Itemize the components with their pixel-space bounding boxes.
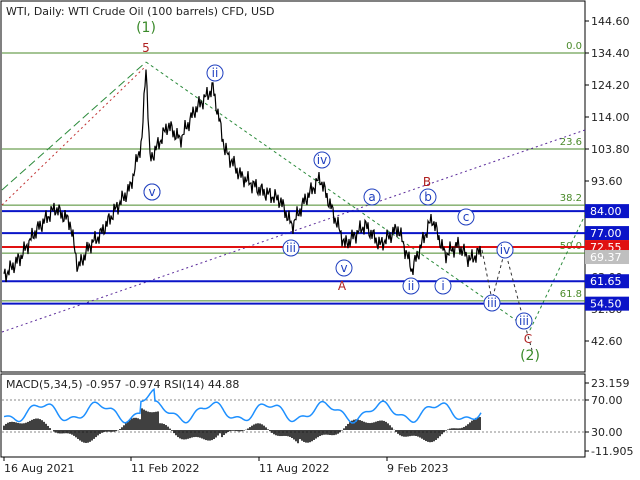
price-tick-label: 103.80 [591,143,630,156]
wave-label: v [340,261,347,275]
time-tick-label: 9 Feb 2023 [387,462,448,475]
indicator-tick-label: 70.00 [591,394,623,407]
wave-label: i [441,279,444,293]
price-tick-label: 124.20 [591,79,630,92]
indicator-tick-label: -11.905 [591,445,633,458]
wave-label: b [424,190,432,204]
wave-label: iv [500,243,510,257]
wave-label-red: C [524,332,532,346]
wave-label-red: 5 [142,41,150,55]
wave-label-green: (2) [520,348,540,364]
wave-label: c [463,210,470,224]
time-tick-label: 11 Aug 2022 [259,462,329,475]
wave-label: iii [286,241,296,255]
indicator-tick-label: 30.00 [591,426,623,439]
wave-label-red: A [338,279,347,293]
fib-level-label: 23.6 [560,137,582,148]
wave-label: ii [408,279,415,293]
price-tag-label: 77.00 [590,227,622,240]
price-tag-label: 69.37 [590,251,622,264]
price-tick-label: 93.60 [591,175,623,188]
trading-chart[interactable]: 0.023.638.250.061.8 iiiiiiivvabciiiiiiiv… [0,0,640,480]
main-plot-area[interactable] [0,0,586,373]
wave-label: iii [519,314,529,328]
fib-level-label: 61.8 [560,289,582,300]
price-tick-label: 134.40 [591,47,630,60]
wave-label: iv [317,153,327,167]
wave-label: ii [212,66,219,80]
time-tick-label: 16 Aug 2021 [4,462,74,475]
time-axis: 16 Aug 2021 11 Feb 2022 11 Aug 2022 9 Feb 2… [3,457,448,475]
indicator-title: MACD(5,34,5) -0.957 -0.974 RSI(14) 44.88 [6,378,239,391]
wave-label-red: B [423,175,431,189]
wave-label: a [368,190,375,204]
time-tick-label: 11 Feb 2022 [131,462,199,475]
wave-label: iii [487,296,497,310]
indicator-tick-label: 23.159 [591,377,630,390]
price-tags: 84.0077.0072.5569.3761.6554.50 [585,204,629,311]
price-tick-label: 114.00 [591,111,630,124]
fib-level-label: 0.0 [566,41,582,52]
price-tick-label: 144.60 [591,15,630,28]
price-tag-label: 84.00 [590,205,622,218]
price-tag-label: 61.65 [590,275,622,288]
price-tick-label: 42.60 [591,335,623,348]
price-tag-label: 54.50 [590,298,622,311]
wave-label-green: (1) [136,20,156,36]
chart-title: WTI, Daily: WTI Crude Oil (100 barrels) … [6,5,275,18]
indicator-axis: 23.159 70.00 30.00 -11.905 [585,377,633,458]
fib-level-label: 38.2 [560,193,582,204]
wave-label: v [148,185,155,199]
